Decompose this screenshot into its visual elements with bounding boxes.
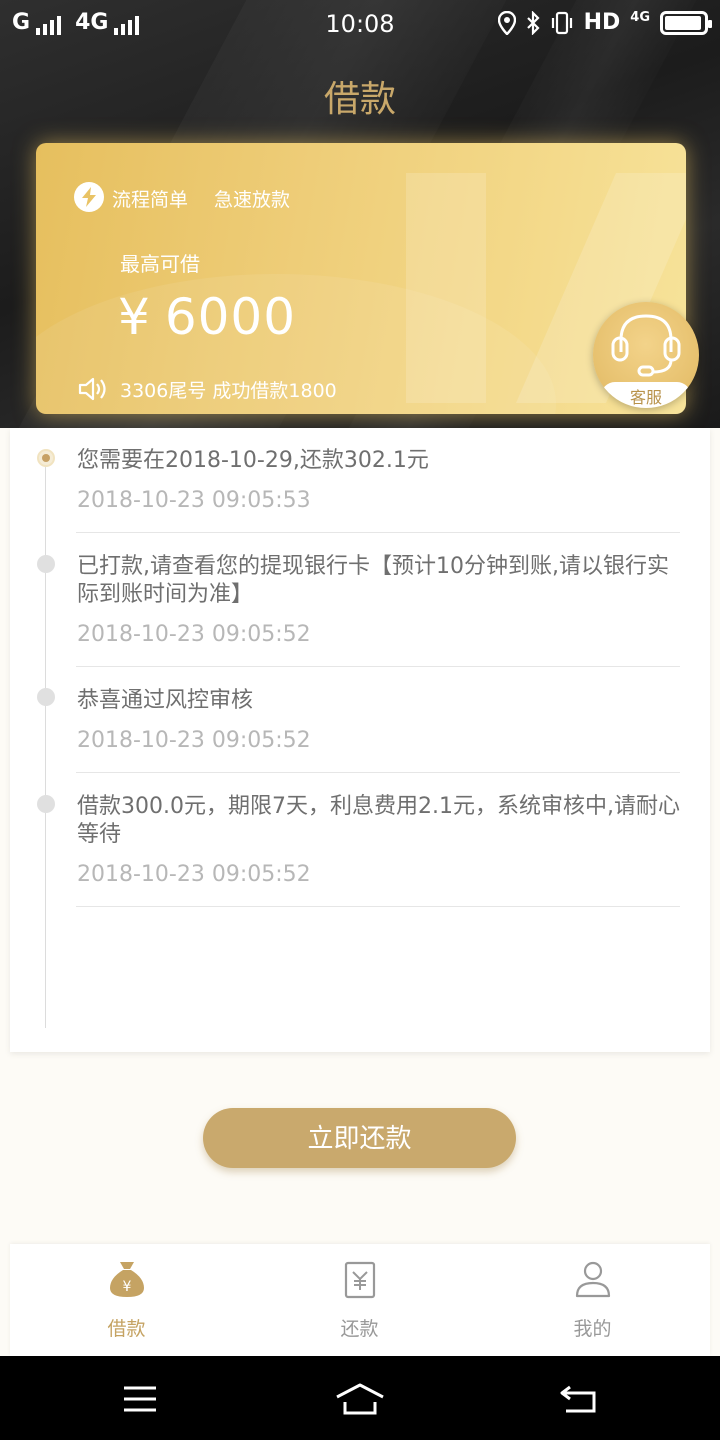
customer-service-button[interactable]: 客服 [593,302,699,408]
tag-fast: 急速放款 [214,189,291,211]
tag-simple: 流程简单 [112,189,189,211]
receipt-icon [344,1261,376,1299]
timeline-time: 2018-10-23 09:05:53 [77,488,311,513]
vibrate-icon [551,11,572,34]
menu-icon[interactable] [122,1385,158,1413]
nav-item-borrow[interactable]: ¥ 借款 [10,1244,243,1356]
timeline-dot [37,555,55,573]
timeline-text: 已打款,请查看您的提现银行卡【预计10分钟到账,请以银行实际到账时间为准】 [77,554,669,607]
system-nav-bar [0,1356,720,1440]
page-title: 借款 [323,79,396,120]
timeline-text: 借款300.0元，期限7天，利息费用2.1元，系统审核中,请耐心等待 [77,794,680,847]
back-icon[interactable] [560,1383,600,1415]
timeline-text: 您需要在2018-10-29,还款302.1元 [77,448,429,473]
net-type-label: 4G [630,10,650,25]
location-icon [497,10,516,35]
bluetooth-icon [526,10,540,35]
money-bag-icon: ¥ [110,1262,144,1297]
nav-label-mine: 我的 [573,1318,612,1340]
flash-icon [74,182,104,212]
timeline-dot [37,688,55,706]
divider [76,666,680,667]
divider [76,532,680,533]
nav-item-repay[interactable]: 还款 [243,1244,476,1356]
timeline-line [45,456,46,1028]
hd-label: HD [583,10,621,35]
battery-icon [660,10,712,35]
divider [76,772,680,773]
status-bar: G 4G 10:08 HD 4G [0,0,720,50]
timeline-time: 2018-10-23 09:05:52 [77,622,311,647]
max-loan-amount: ¥6000 [118,288,296,346]
home-icon[interactable] [335,1383,385,1415]
divider [76,906,680,907]
timeline-time: 2018-10-23 09:05:52 [77,728,311,753]
amount-value: 6000 [164,288,297,346]
broadcast-notice: 3306尾号 成功借款1800 [120,380,337,402]
repay-now-button[interactable]: 立即还款 [203,1108,516,1168]
card-tags: 流程简单 急速放款 [112,185,290,212]
max-loan-label: 最高可借 [120,252,200,276]
timeline-dot-active [37,449,55,467]
currency-symbol: ¥ [118,288,151,346]
user-icon [575,1261,611,1298]
timeline-time: 2018-10-23 09:05:52 [77,862,311,887]
nav-label-repay: 还款 [340,1318,379,1340]
speaker-icon [78,377,106,401]
loan-timeline: 您需要在2018-10-29,还款302.1元 2018-10-23 09:05… [10,428,710,1052]
nav-item-mine[interactable]: 我的 [476,1244,709,1356]
timeline-text: 恭喜通过风控审核 [77,688,254,713]
loan-card: 流程简单 急速放款 最高可借 ¥6000 3306尾号 成功借款1800 [36,143,686,414]
bottom-nav: ¥ 借款 还款 我的 [10,1244,710,1356]
timeline-dot [37,795,55,813]
nav-label-borrow: 借款 [107,1318,146,1340]
customer-service-label: 客服 [601,382,691,408]
headset-icon [611,314,681,377]
svg-text:¥: ¥ [123,1279,132,1295]
